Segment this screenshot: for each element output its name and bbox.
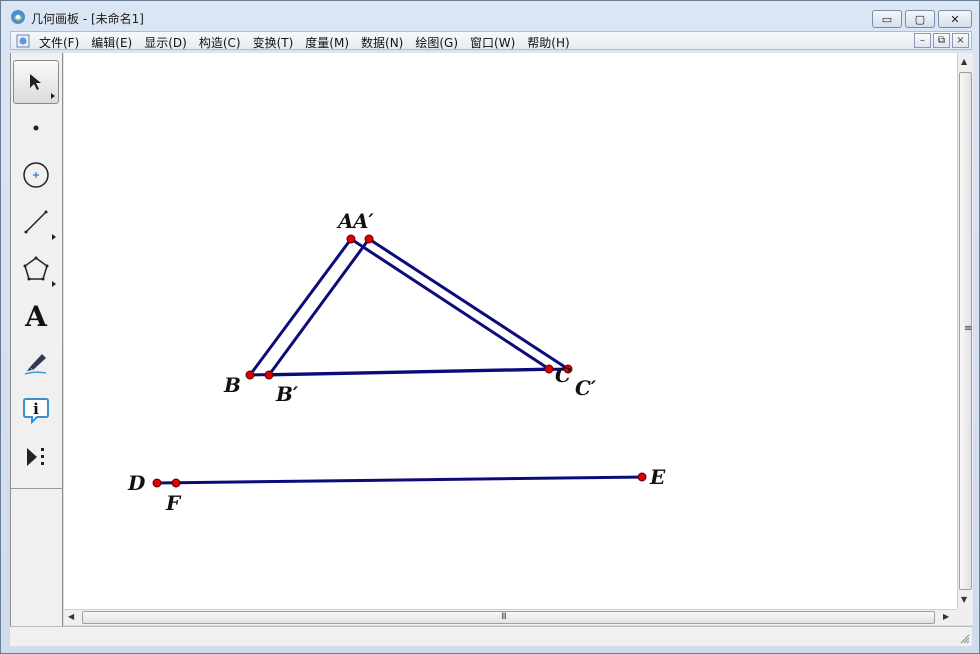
segment-ca[interactable] [350,237,550,371]
submenu-indicator-icon [52,281,56,287]
segments [156,237,643,485]
window-controls: ▭ ▢ ✕ [872,10,972,28]
point-a-prime[interactable] [364,234,374,244]
close-button[interactable]: ✕ [938,10,972,28]
menu-items: 文件(F) 编辑(E) 显示(D) 构造(C) 变换(T) 度量(M) 数据(N… [39,34,582,51]
line-tool-icon [24,210,48,234]
menu-data[interactable]: 数据(N) [361,34,403,51]
doc-minimize-button[interactable]: – [914,33,931,48]
point-tool[interactable] [13,106,59,150]
text-tool[interactable]: A [13,294,59,338]
minimize-button[interactable]: ▭ [872,10,902,28]
label-f[interactable]: F [166,493,180,513]
label-a-prime[interactable]: A′ [353,211,374,231]
information-tool[interactable]: i [13,388,59,432]
segment-c-prime-a-prime[interactable] [368,237,569,371]
arrow-tool[interactable] [13,60,59,104]
app-logo-icon [11,10,25,24]
points [152,234,647,488]
segment-b-prime-c-prime[interactable] [268,367,569,377]
custom-tool[interactable] [13,435,59,479]
scroll-right-icon[interactable]: ▶ [943,612,949,621]
doc-restore-button[interactable]: ⧉ [933,33,950,48]
segment-ab[interactable] [248,238,353,376]
polygon-tool-icon [23,256,49,281]
label-e[interactable]: E [650,467,665,487]
menu-window[interactable]: 窗口(W) [470,34,515,51]
menu-help[interactable]: 帮助(H) [527,34,569,51]
toolbox-divider [11,488,63,489]
polygon-tool[interactable] [13,247,59,291]
svg-text:i: i [33,400,39,418]
marker-tool-icon [24,354,47,375]
point-f[interactable] [171,478,181,488]
label-c[interactable]: C [555,365,571,385]
scroll-left-icon[interactable]: ◀ [68,612,74,621]
submenu-indicator-icon [52,234,56,240]
label-c-prime[interactable]: C′ [575,378,596,398]
menu-edit[interactable]: 编辑(E) [91,34,132,51]
submenu-indicator-icon [51,93,55,99]
point-tool-icon [33,125,39,131]
document-window-controls: – ⧉ × [914,33,969,48]
label-b-prime[interactable]: B′ [276,384,298,404]
compass-tool-icon [23,162,49,188]
arrow-tool-icon [30,74,41,90]
point-d[interactable] [152,478,162,488]
vertical-scrollbar[interactable]: ▲ III ▼ [957,53,973,609]
menu-display[interactable]: 显示(D) [144,34,187,51]
scrollbar-corner [957,609,973,625]
compass-tool[interactable] [13,153,59,197]
title-bar[interactable]: 几何画板 - [未命名1] ▭ ▢ ✕ [1,1,979,31]
horizontal-grip: III [501,612,507,622]
menu-construct[interactable]: 构造(C) [199,34,241,51]
maximize-button[interactable]: ▢ [905,10,935,28]
horizontal-scroll-thumb[interactable]: III [82,611,935,624]
toolbox: A i [10,53,63,626]
point-c[interactable] [544,364,554,374]
point-e[interactable] [637,472,647,482]
vertical-grip: III [962,325,972,330]
menu-graph[interactable]: 绘图(G) [415,34,458,51]
segment-de[interactable] [156,475,643,485]
info-tool-icon: i [23,398,49,425]
menu-measure[interactable]: 度量(M) [305,34,349,51]
sketch-drawing [152,234,647,488]
menu-file[interactable]: 文件(F) [39,34,79,51]
label-d[interactable]: D [128,473,145,493]
menu-bar: 文件(F) 编辑(E) 显示(D) 构造(C) 变换(T) 度量(M) 数据(N… [10,31,972,50]
custom-tool-icon [27,448,44,466]
label-a[interactable]: A [338,211,354,231]
resize-grip-icon[interactable] [960,634,970,644]
scroll-down-icon[interactable]: ▼ [961,595,967,604]
point-b[interactable] [245,370,255,380]
sketch-canvas[interactable]: A A′ B B′ C C′ D E F [64,53,957,609]
marker-tool[interactable] [13,341,59,385]
text-tool-icon: A [25,299,47,333]
status-bar [10,626,972,646]
vertical-scroll-thumb[interactable]: III [959,72,972,590]
document-icon[interactable] [15,33,31,49]
application-window: 几何画板 - [未命名1] ▭ ▢ ✕ 文件(F) 编辑(E) 显示(D) 构造… [0,0,980,654]
point-a[interactable] [346,234,356,244]
straightedge-tool[interactable] [13,200,59,244]
horizontal-scrollbar[interactable]: ◀ III ▶ [64,609,957,625]
point-b-prime[interactable] [264,370,274,380]
doc-close-button[interactable]: × [952,33,969,48]
label-b[interactable]: B [224,375,241,395]
menu-transform[interactable]: 变换(T) [253,34,294,51]
segment-a-prime-b-prime[interactable] [267,238,371,376]
window-title: 几何画板 - [未命名1] [31,12,144,26]
scroll-up-icon[interactable]: ▲ [961,57,967,66]
